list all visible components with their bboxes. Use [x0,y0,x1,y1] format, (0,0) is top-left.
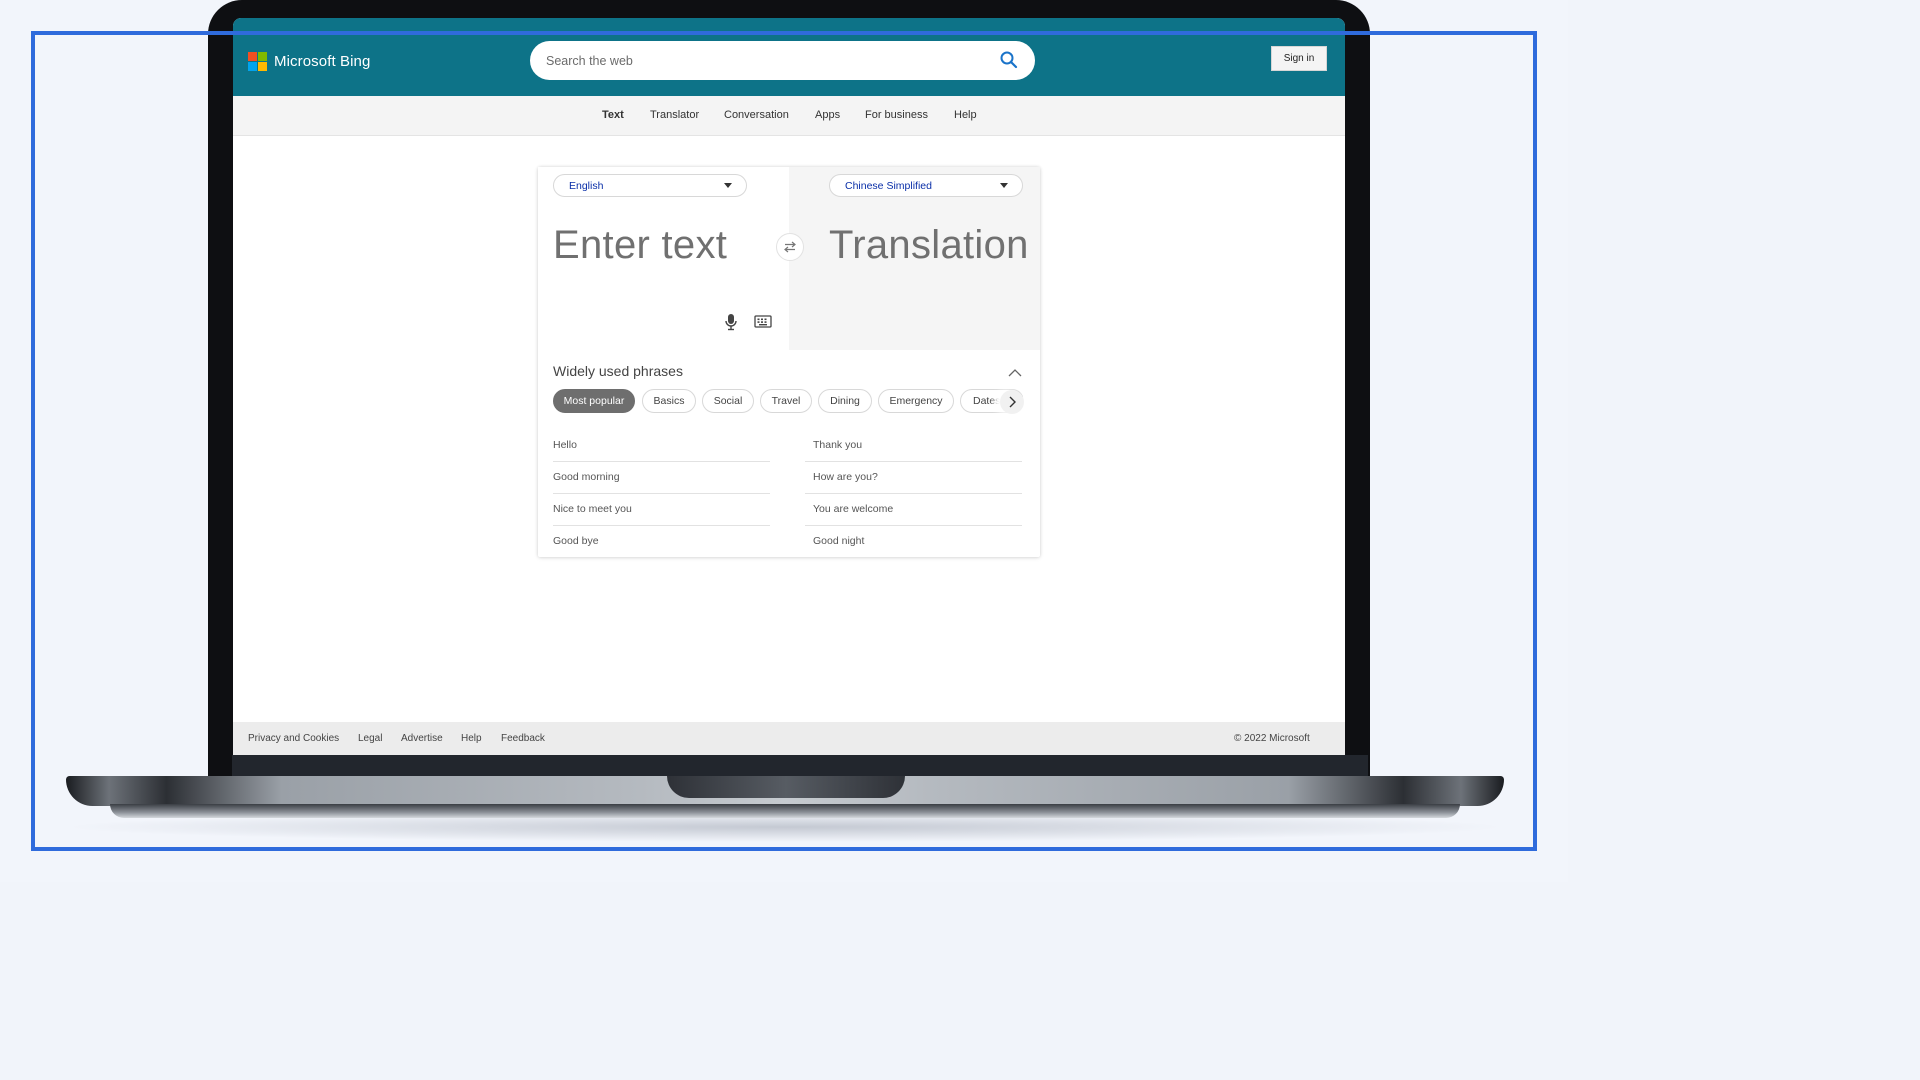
footer-link-feedback[interactable]: Feedback [501,733,545,744]
search-box [530,41,1035,80]
footer-link-help[interactable]: Help [461,733,482,744]
tab-apps[interactable]: Apps [815,109,840,121]
stage: Microsoft Bing Sign in Text Translator C… [0,0,1568,882]
nav-bar: Text Translator Conversation Apps For bu… [233,96,1345,136]
dropdown-caret-icon [1000,183,1008,188]
sign-in-button[interactable]: Sign in [1271,46,1327,71]
copyright: © 2022 Microsoft [1234,733,1310,744]
header: Microsoft Bing Sign in [233,18,1345,96]
search-input[interactable] [546,53,966,68]
browser-screen: Microsoft Bing Sign in Text Translator C… [233,18,1345,755]
tab-for-business[interactable]: For business [865,109,928,121]
phrase-item[interactable]: Nice to meet you [553,494,770,526]
target-language-label: Chinese Simplified [845,179,932,192]
phrase-item[interactable]: Good night [805,526,1022,558]
chevron-up-icon[interactable] [1008,365,1022,377]
logo-square-red [248,52,257,61]
category-basics[interactable]: Basics [642,389,696,413]
phrases-heading: Widely used phrases [553,363,683,379]
bing-logo[interactable]: Microsoft Bing [248,52,370,71]
tab-help[interactable]: Help [954,109,977,121]
footer: Privacy and Cookies Legal Advertise Help… [233,722,1345,755]
phrase-item[interactable]: Thank you [805,430,1022,462]
category-emergency[interactable]: Emergency [878,389,954,413]
phrase-item[interactable]: How are you? [805,462,1022,494]
target-language-select[interactable]: Chinese Simplified [829,174,1023,197]
category-social[interactable]: Social [702,389,754,413]
translation-output: Translation [829,223,1029,267]
tab-translator[interactable]: Translator [650,109,699,121]
phrase-category-tabs: Most popular Basics Social Travel Dining… [553,389,1023,414]
phrase-item[interactable]: You are welcome [805,494,1022,526]
keyboard-icon[interactable] [754,315,772,329]
chevron-right-icon[interactable] [1000,390,1024,414]
source-language-select[interactable]: English [553,174,747,197]
search-icon[interactable] [999,50,1019,70]
logo-square-green [258,52,267,61]
laptop-base-edge [110,804,1460,818]
laptop-notch [667,776,905,798]
swap-icon[interactable] [776,233,804,261]
category-travel[interactable]: Travel [760,389,812,413]
logo-square-blue [248,62,257,71]
brand-name: Microsoft Bing [274,53,371,70]
footer-link-legal[interactable]: Legal [358,733,382,744]
phrase-item[interactable]: Good morning [553,462,770,494]
tab-conversation[interactable]: Conversation [724,109,789,121]
microsoft-logo-icon [248,52,267,71]
microphone-icon[interactable] [724,313,738,331]
footer-link-advertise[interactable]: Advertise [401,733,443,744]
target-pane: Chinese Simplified Translation [789,167,1040,350]
category-most-popular[interactable]: Most popular [553,389,635,413]
source-language-label: English [569,179,604,192]
tab-text[interactable]: Text [602,109,624,121]
dropdown-caret-icon [724,183,732,188]
category-dining[interactable]: Dining [818,389,872,413]
phrase-item[interactable]: Good bye [553,526,770,558]
logo-square-yellow [258,62,267,71]
source-text-input[interactable]: Enter text [553,223,727,268]
source-pane: English Enter text [538,167,789,350]
footer-link-privacy[interactable]: Privacy and Cookies [248,733,339,744]
translator-card: English Enter text Chinese Simplified Tr… [538,167,1040,557]
phrase-item[interactable]: Hello [553,430,770,462]
